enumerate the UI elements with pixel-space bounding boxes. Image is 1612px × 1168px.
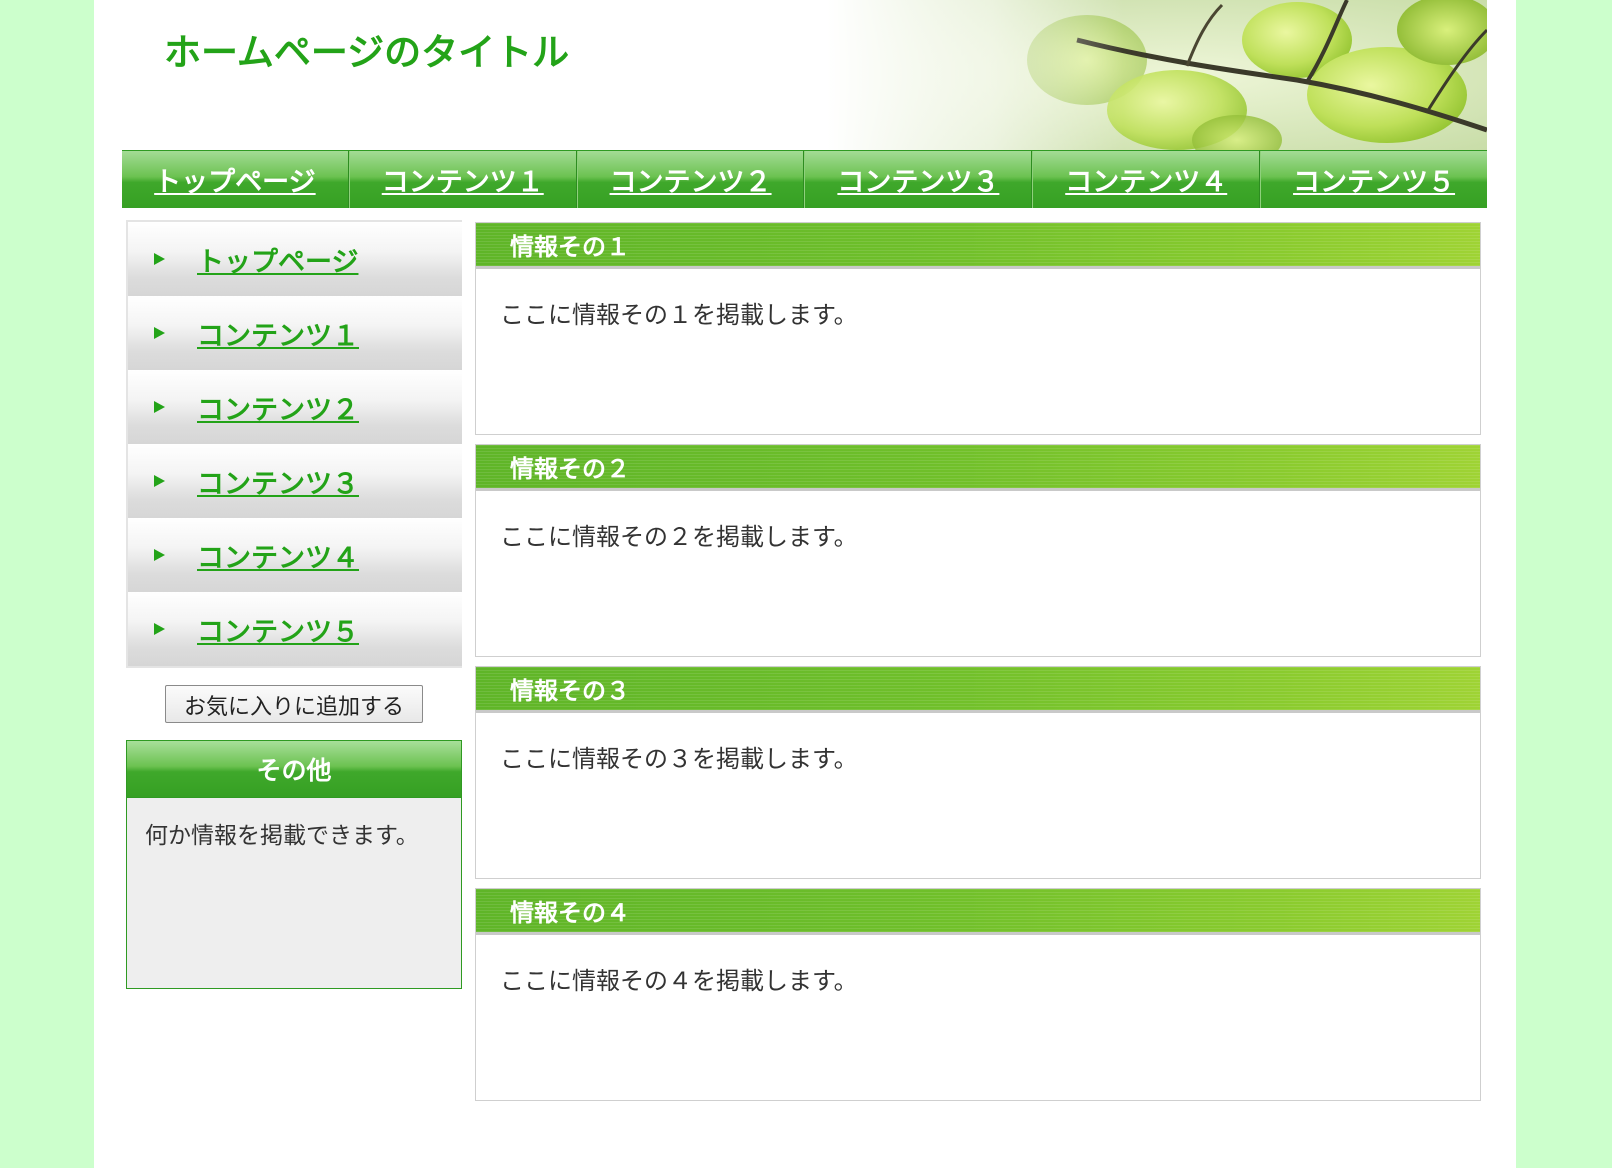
info-section-title: 情報その３ (476, 667, 1480, 713)
sidebar-item-label[interactable]: コンテンツ４ (197, 536, 359, 575)
sidebar-item-contents1[interactable]: コンテンツ１ (128, 296, 462, 370)
topnav-item-contents2[interactable]: コンテンツ２ (576, 151, 805, 208)
topnav-item-top[interactable]: トップページ (122, 151, 349, 208)
sidebar-item-label[interactable]: コンテンツ３ (197, 462, 359, 501)
sidebar-item-contents3[interactable]: コンテンツ３ (128, 444, 462, 518)
triangle-right-icon (154, 327, 165, 339)
triangle-right-icon (154, 549, 165, 561)
info-section: 情報その３ ここに情報その３を掲載します。 (475, 666, 1481, 879)
add-favorite-button[interactable]: お気に入りに追加する (164, 685, 423, 723)
info-section-body: ここに情報その２を掲載します。 (500, 523, 858, 551)
topnav-item-contents3[interactable]: コンテンツ３ (804, 151, 1033, 208)
header: ホームページのタイトル (122, 0, 1487, 150)
main-content: 情報その１ ここに情報その１を掲載します。 情報その２ ここに情報その２を掲載し… (475, 222, 1481, 1110)
info-section: 情報その１ ここに情報その１を掲載します。 (475, 222, 1481, 435)
sidebar-item-label[interactable]: コンテンツ１ (197, 314, 359, 353)
info-section-title: 情報その２ (476, 445, 1480, 491)
info-section-body: ここに情報その３を掲載します。 (500, 745, 858, 773)
triangle-right-icon (154, 475, 165, 487)
triangle-right-icon (154, 253, 165, 265)
side-menu: トップページ コンテンツ１ コンテンツ２ コンテンツ３ コンテンツ４ コンテンツ… (126, 220, 462, 668)
sidebar-item-label[interactable]: トップページ (197, 240, 358, 279)
info-section: 情報その２ ここに情報その２を掲載します。 (475, 444, 1481, 657)
site-title[interactable]: ホームページのタイトル (164, 22, 569, 76)
info-section-body: ここに情報その４を掲載します。 (500, 967, 858, 995)
triangle-right-icon (154, 623, 165, 635)
top-navigation: トップページ コンテンツ１ コンテンツ２ コンテンツ３ コンテンツ４ コンテンツ… (122, 150, 1487, 208)
leaves-photo (827, 0, 1487, 150)
other-info-title: その他 (127, 741, 461, 798)
sidebar: トップページ コンテンツ１ コンテンツ２ コンテンツ３ コンテンツ４ コンテンツ… (126, 220, 462, 989)
sidebar-item-label[interactable]: コンテンツ２ (197, 388, 359, 427)
topnav-item-contents4[interactable]: コンテンツ４ (1032, 151, 1261, 208)
info-section: 情報その４ ここに情報その４を掲載します。 (475, 888, 1481, 1101)
sidebar-item-contents4[interactable]: コンテンツ４ (128, 518, 462, 592)
triangle-right-icon (154, 401, 165, 413)
info-section-title: 情報その１ (476, 223, 1480, 269)
topnav-item-contents1[interactable]: コンテンツ１ (348, 151, 577, 208)
info-section-body: ここに情報その１を掲載します。 (500, 301, 858, 329)
sidebar-item-label[interactable]: コンテンツ５ (197, 610, 359, 649)
page-container: ホームページのタイトル トップページ コンテンツ１ コンテンツ２ コンテンツ３ … (94, 0, 1516, 1168)
other-info-box: その他 何か情報を掲載できます。 (126, 740, 462, 989)
topnav-item-contents5[interactable]: コンテンツ５ (1260, 151, 1487, 208)
sidebar-item-contents2[interactable]: コンテンツ２ (128, 370, 462, 444)
other-info-body: 何か情報を掲載できます。 (145, 823, 419, 849)
favorite-button-wrap: お気に入りに追加する (126, 685, 462, 723)
sidebar-item-contents5[interactable]: コンテンツ５ (128, 592, 462, 666)
info-section-title: 情報その４ (476, 889, 1480, 935)
sidebar-item-top[interactable]: トップページ (128, 222, 462, 296)
